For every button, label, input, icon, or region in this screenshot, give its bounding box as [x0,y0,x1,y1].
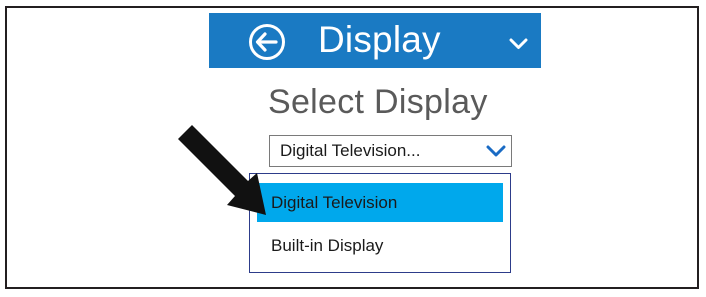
option-built-in-display[interactable]: Built-in Display [257,226,503,265]
option-digital-television[interactable]: Digital Television [257,183,503,222]
black-arrow-pointer-icon [178,125,266,215]
back-arrow-circle-icon[interactable] [248,23,286,61]
combobox-value: Digital Television... [280,141,421,160]
display-dropdown-list: Digital Television Built-in Display [249,173,511,273]
header-title[interactable]: Display [318,16,441,64]
display-select-combobox[interactable]: Digital Television... [269,135,512,167]
combobox-chevron-down-icon [486,145,506,157]
select-display-heading: Select Display [268,83,488,121]
header-chevron-down-icon[interactable] [509,38,528,50]
